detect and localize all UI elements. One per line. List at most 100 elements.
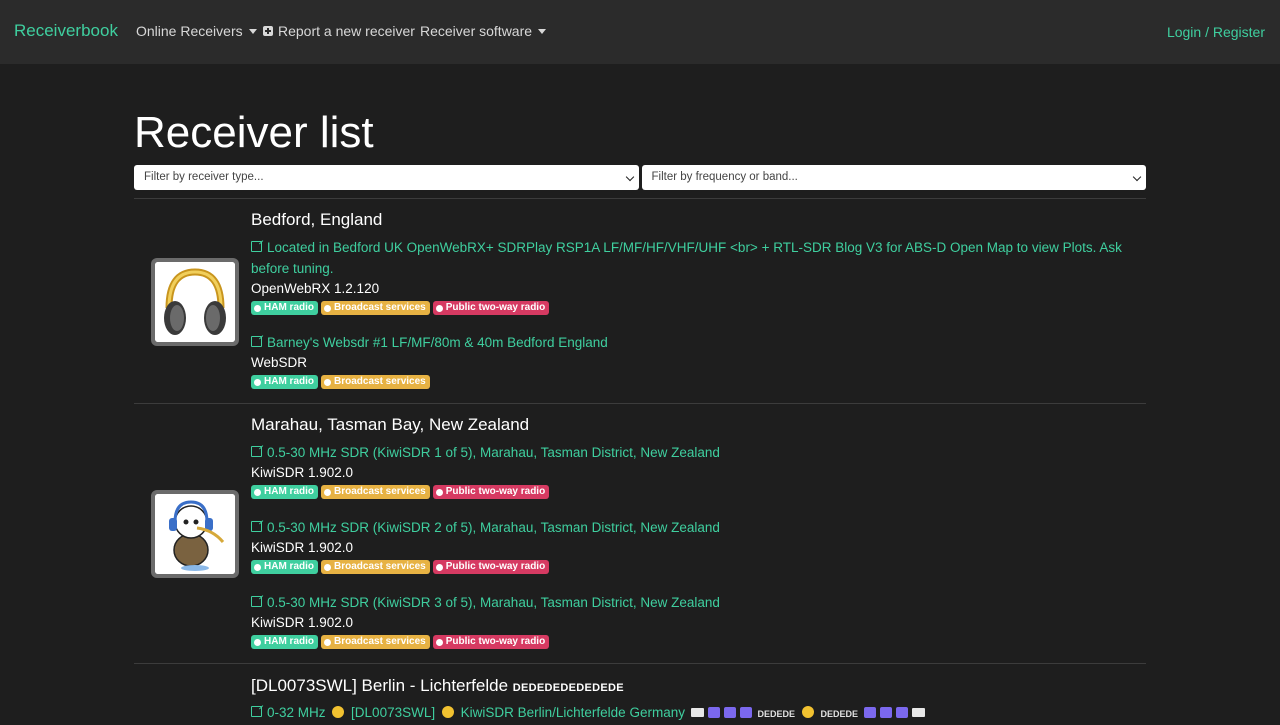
badge-row: HAM radio Broadcast services Public two-… [251,560,1141,574]
navbar: Receiverbook Online Receivers Report a n… [0,0,1280,64]
badge-broadcast-label: Broadcast services [334,561,426,572]
badge-public-label: Public two-way radio [445,636,546,647]
badge-ham-label: HAM radio [264,486,314,497]
badge-ham-radio: HAM radio [251,375,318,389]
nav-receiver-software-label: Receiver software [420,23,533,39]
receiver-link-part1: 0-32 MHz [267,705,326,720]
music-note-icon [723,707,736,718]
circle-icon [254,563,261,571]
circle-icon [254,638,261,646]
receiver-software: WebSDR [251,355,308,370]
badge-broadcast: Broadcast services [321,635,430,649]
smiley-emoji-icon [441,706,454,718]
receiver-link[interactable]: 0.5-30 MHz SDR (KiwiSDR 2 of 5), Marahau… [251,517,1141,538]
receiver-software: KiwiSDR 1.902.0 [251,615,354,630]
receiver-link-part3: KiwiSDR Berlin/Lichterfelde Germany [460,705,685,720]
receiver-location-suffix: DEDEDEDEDEDEDE [512,682,624,694]
badge-row: HAM radio Broadcast services Public two-… [251,635,1141,649]
chevron-down-icon [625,172,634,182]
badge-ham-label: HAM radio [264,561,314,572]
receiver-type-filter[interactable]: Filter by receiver type... [134,165,639,190]
kiwi-headphones-icon [155,494,235,574]
receiver-location: Marahau, Tasman Bay, New Zealand [251,415,530,434]
receiver-entry: 0-32 MHz [DL0073SWL] KiwiSDR Berlin/Lich… [251,702,1141,725]
frequency-filter[interactable]: Filter by frequency or band... [641,165,1146,190]
receiver-link-text: 0.5-30 MHz SDR (KiwiSDR 3 of 5), Marahau… [267,595,720,610]
receiver-link-text: 0.5-30 MHz SDR (KiwiSDR 1 of 5), Marahau… [267,445,720,460]
frequency-filter-placeholder: Filter by frequency or band... [651,171,798,183]
receiver-software: KiwiSDR 1.902.0 [251,465,354,480]
page-title: Receiver list [134,108,374,157]
badge-ham-label: HAM radio [264,376,314,387]
badge-public-radio: Public two-way radio [432,635,550,649]
login-register-link[interactable]: Login / Register [1167,24,1265,40]
badge-ham-label: HAM radio [264,302,314,313]
circle-icon [435,563,443,571]
circle-icon [324,563,331,571]
badge-ham-label: HAM radio [264,636,314,647]
badge-broadcast-label: Broadcast services [334,636,426,647]
chevron-down-icon [1132,172,1142,182]
brand-link[interactable]: Receiverbook [14,21,118,41]
music-note-icon [863,707,876,718]
receiver-entry: 0.5-30 MHz SDR (KiwiSDR 2 of 5), Marahau… [251,517,1141,574]
receiver-link[interactable]: Barney's Websdr #1 LF/MF/80m & 40m Bedfo… [251,332,1141,353]
receiver-entry: 0.5-30 MHz SDR (KiwiSDR 1 of 5), Marahau… [251,442,1141,499]
badge-public-radio: Public two-way radio [432,301,550,315]
keyboard-emoji-icon [690,708,704,717]
receiver-entry: Located in Bedford UK OpenWebRX+ SDRPlay… [251,237,1141,315]
keyboard-emoji-icon [911,708,925,717]
external-link-icon [251,596,262,607]
nav-online-receivers[interactable]: Online Receivers [136,23,257,39]
receiver-software: KiwiSDR 1.902.0 [251,540,354,555]
badge-ham-radio: HAM radio [251,635,318,649]
music-note-icon [707,707,720,718]
receiver-link-part2: [DL0073SWL] [351,705,436,720]
smiley-emoji-icon [801,706,814,718]
badge-broadcast-label: Broadcast services [334,302,426,313]
receiver-link[interactable]: 0.5-30 MHz SDR (KiwiSDR 3 of 5), Marahau… [251,592,1141,613]
receiver-group: Bedford, England Located in Bedford UK O… [134,198,1146,404]
nav-report-receiver[interactable]: Report a new receiver [263,23,415,39]
receiver-group: Marahau, Tasman Bay, New Zealand 0.5-30 … [134,403,1146,664]
receiver-location-text: [DL0073SWL] Berlin - Lichterfelde [251,676,509,695]
nav-receiver-software[interactable]: Receiver software [420,23,547,39]
smiley-emoji-icon [332,706,345,718]
badge-row: HAM radio Broadcast services Public two-… [251,485,1141,499]
nav-online-receivers-label: Online Receivers [136,23,243,39]
badge-public-radio: Public two-way radio [432,560,550,574]
external-link-icon [251,706,262,717]
circle-icon [324,638,331,646]
badge-row: HAM radio Broadcast services Public two-… [251,301,1141,315]
receiver-link[interactable]: Located in Bedford UK OpenWebRX+ SDRPlay… [251,237,1141,279]
receiver-entry: 0.5-30 MHz SDR (KiwiSDR 3 of 5), Marahau… [251,592,1141,649]
music-note-icon [739,707,752,718]
plus-square-icon [263,26,273,36]
receiver-link-part4: DEDEDE [757,709,796,719]
music-note-icon [895,707,908,718]
caret-down-icon [538,28,547,34]
circle-icon [254,378,261,386]
circle-icon [324,304,331,312]
receiver-software: OpenWebRX 1.2.120 [251,281,380,296]
caret-down-icon [248,28,257,34]
receiver-type-filter-placeholder: Filter by receiver type... [144,171,264,183]
badge-broadcast: Broadcast services [321,560,430,574]
external-link-icon [251,241,262,252]
circle-icon [254,304,261,312]
headphones-icon [155,262,235,342]
receiver-link[interactable]: 0-32 MHz [DL0073SWL] KiwiSDR Berlin/Lich… [251,702,1141,725]
circle-icon [435,638,443,646]
badge-public-label: Public two-way radio [445,561,546,572]
receiver-link-text: Barney's Websdr #1 LF/MF/80m & 40m Bedfo… [267,335,608,350]
badge-row: HAM radio Broadcast services [251,375,1141,389]
circle-icon [324,378,331,386]
circle-icon [435,304,443,312]
badge-ham-radio: HAM radio [251,560,318,574]
nav-report-receiver-label: Report a new receiver [278,23,415,39]
filter-bar: Filter by receiver type... Filter by fre… [134,165,1146,190]
circle-icon [324,488,331,496]
receiver-link[interactable]: 0.5-30 MHz SDR (KiwiSDR 1 of 5), Marahau… [251,442,1141,463]
badge-ham-radio: HAM radio [251,301,318,315]
badge-public-radio: Public two-way radio [432,485,550,499]
